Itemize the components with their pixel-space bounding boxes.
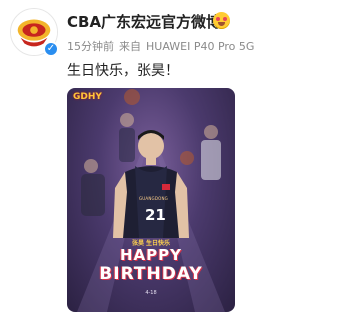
post-time[interactable]: 15分钟前	[67, 40, 114, 53]
source-prefix: 来自	[119, 40, 141, 53]
poster-team-logo: GDHY	[73, 92, 102, 102]
account-name[interactable]: CBA广东宏远官方微博	[67, 11, 221, 32]
weibo-post: ✓ CBA广东宏远官方微博 15分钟前 来自 HUAWEI P40 Pro 5G 生…	[0, 0, 362, 319]
verified-check-icon: ✓	[43, 41, 59, 57]
post-text: 生日快乐，张昊！	[67, 63, 179, 79]
poster-headline-happy: HAPPY	[119, 246, 182, 264]
post-meta: 15分钟前 来自 HUAWEI P40 Pro 5G	[67, 38, 259, 54]
poster-headline-birthday: BIRTHDAY	[99, 264, 203, 284]
jersey-number: 21	[145, 206, 166, 224]
jersey-team-name: GUANGDONG	[139, 196, 168, 201]
heart-eyes-emoji-icon	[213, 12, 230, 29]
source-device[interactable]: HUAWEI P40 Pro 5G	[146, 40, 254, 53]
post-image[interactable]: GDHY GUANGDONG 21 张昊 生日快乐 HAPPY BIRTHDAY…	[67, 88, 235, 312]
poster-date: 4-18	[145, 290, 157, 296]
